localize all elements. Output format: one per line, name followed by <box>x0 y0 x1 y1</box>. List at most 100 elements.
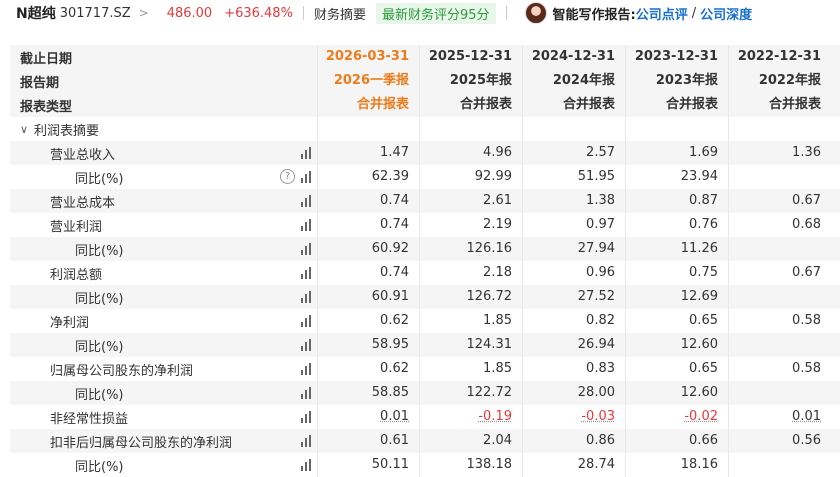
row-label-text: 利润总额 <box>50 267 103 283</box>
table-cell: 27.52 <box>522 285 625 309</box>
row-label: 同比(%) <box>10 237 317 261</box>
empty-cell <box>625 117 728 141</box>
row-label-text: 归属母公司股东的净利润 <box>50 363 194 379</box>
row-label: 营业利润 <box>10 213 317 237</box>
stock-header: N超纯 301717.SZ > 486.00 +636.48% 财务摘要 最新财… <box>0 0 840 26</box>
header-cell: 2026-03-31 <box>317 45 419 69</box>
chevron-right-icon[interactable]: > <box>139 6 149 20</box>
row-label-text: 同比(%) <box>75 291 124 307</box>
row-label-text: 同比(%) <box>75 387 124 403</box>
table-cell: 0.74 <box>317 213 419 237</box>
table-cell: 18.16 <box>625 453 728 477</box>
table-cell <box>728 333 831 357</box>
table-cell: 0.56 <box>728 429 831 453</box>
bar-chart-icon[interactable] <box>301 267 313 279</box>
section-row[interactable]: ∨ 利润表摘要 <box>10 117 840 141</box>
table-cell: 1.38 <box>522 189 625 213</box>
table-cell: 0.62 <box>317 309 419 333</box>
table-cell: 58.95 <box>317 333 419 357</box>
table-cell: 50.11 <box>317 453 419 477</box>
bar-chart-icon[interactable] <box>301 411 313 423</box>
table-cell: 126.72 <box>419 285 522 309</box>
help-icon[interactable]: ? <box>280 169 295 184</box>
header-cell: 2023年报 <box>625 69 728 93</box>
table-cell: 11.26 <box>625 237 728 261</box>
header-cell: 合并报表 <box>728 93 831 117</box>
table-cell: 138.18 <box>419 453 522 477</box>
row-label-text: 同比(%) <box>75 171 124 187</box>
row-label-text: 营业总收入 <box>50 147 116 163</box>
row-label: 同比(%) <box>10 333 317 357</box>
row-label-text: 扣非后归属母公司股东的净利润 <box>50 435 233 451</box>
financial-summary-label: 财务摘要 <box>313 7 366 23</box>
table-cell: 0.68 <box>728 213 831 237</box>
bar-chart-icon[interactable] <box>301 219 313 231</box>
table-row: 营业总成本 0.74 2.61 1.38 0.87 0.67 <box>10 189 840 213</box>
chevron-down-icon[interactable]: ∨ <box>20 123 30 136</box>
table-row: 营业利润 0.74 2.19 0.97 0.76 0.68 <box>10 213 840 237</box>
table-cell: 1.69 <box>625 141 728 165</box>
bar-chart-icon[interactable] <box>301 315 313 327</box>
empty-cell <box>728 117 831 141</box>
table-cell: -0.19 <box>419 405 522 429</box>
table-cell: 0.58 <box>728 357 831 381</box>
company-review-link[interactable]: 公司点评 <box>636 4 688 23</box>
bar-chart-icon[interactable] <box>301 363 313 375</box>
row-label: 归属母公司股东的净利润 <box>10 357 317 381</box>
table-cell: 0.86 <box>522 429 625 453</box>
table-cell: 0.76 <box>625 213 728 237</box>
table-cell: 0.65 <box>625 357 728 381</box>
table-header: 截止日期 2026-03-31 2025-12-31 2024-12-31 2023-1… <box>10 45 840 117</box>
table-cell <box>728 285 831 309</box>
table-cell: 2.19 <box>419 213 522 237</box>
row-label-text: 同比(%) <box>75 243 124 259</box>
bar-chart-icon[interactable] <box>301 171 313 183</box>
table-cell: 23.94 <box>625 165 728 189</box>
header-cell: 2024年报 <box>522 69 625 93</box>
table-cell <box>728 381 831 405</box>
company-depth-link[interactable]: 公司深度 <box>700 4 752 23</box>
row-label-text: 净利润 <box>50 315 90 331</box>
price-change-pct: +636.48% <box>224 5 293 21</box>
financial-score-badge[interactable]: 最新财务评分95分 <box>375 2 496 24</box>
row-label-text: 营业总成本 <box>50 195 116 211</box>
row-label: 营业总收入 <box>10 141 317 165</box>
table-row: 同比(%) 58.85 122.72 28.00 12.60 <box>10 381 840 405</box>
row-label-text: 同比(%) <box>75 339 124 355</box>
table-cell: 28.00 <box>522 381 625 405</box>
bar-chart-icon[interactable] <box>301 387 313 399</box>
bar-chart-icon[interactable] <box>301 195 313 207</box>
bar-chart-icon[interactable] <box>301 147 313 159</box>
table-cell: 0.67 <box>728 261 831 285</box>
row-label: 利润总额 <box>10 261 317 285</box>
table-cell: 0.82 <box>522 309 625 333</box>
table-cell <box>728 165 831 189</box>
table-row: 同比(%)? 62.39 92.99 51.95 23.94 <box>10 165 840 189</box>
table-row: 归属母公司股东的净利润 0.62 1.85 0.83 0.65 0.58 <box>10 357 840 381</box>
bar-chart-icon[interactable] <box>301 291 313 303</box>
header-cell: 2022年报 <box>728 69 831 93</box>
bar-chart-icon[interactable] <box>301 339 313 351</box>
bar-chart-icon[interactable] <box>301 435 313 447</box>
table-cell: 62.39 <box>317 165 419 189</box>
bar-chart-icon[interactable] <box>301 243 313 255</box>
table-cell: 2.04 <box>419 429 522 453</box>
empty-cell <box>522 117 625 141</box>
header-cell: 合并报表 <box>625 93 728 117</box>
section-label[interactable]: ∨ 利润表摘要 <box>10 117 317 141</box>
table-cell: 0.83 <box>522 357 625 381</box>
table-cell: 2.61 <box>419 189 522 213</box>
row-label: 同比(%) <box>10 285 317 309</box>
table-cell <box>728 453 831 477</box>
table-cell: 12.60 <box>625 333 728 357</box>
divider <box>302 6 304 20</box>
row-label: 同比(%) <box>10 453 317 477</box>
bar-chart-icon[interactable] <box>301 459 313 471</box>
table-row: 同比(%) 60.92 126.16 27.94 11.26 <box>10 237 840 261</box>
row-label-text: 同比(%) <box>75 459 124 475</box>
stock-code: 301717.SZ <box>59 5 131 21</box>
table-cell: 1.36 <box>728 141 831 165</box>
table-row: 同比(%) 50.11 138.18 28.74 18.16 <box>10 453 840 477</box>
stock-name[interactable]: N超纯 <box>16 3 56 23</box>
header-cell: 2026一季报 <box>317 69 419 93</box>
